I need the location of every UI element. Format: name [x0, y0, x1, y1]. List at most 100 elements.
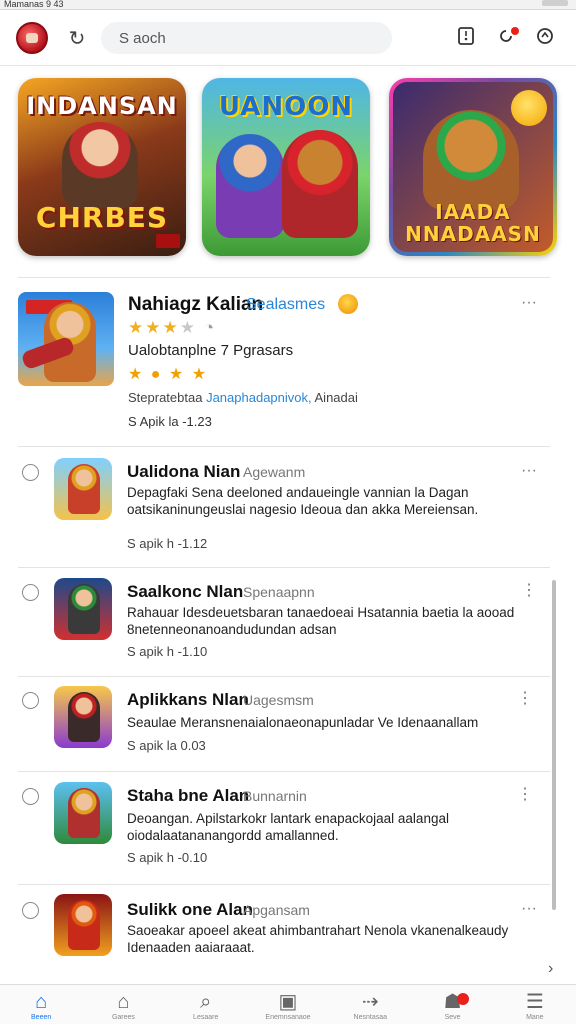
banner-title: INDANSAN — [26, 92, 178, 120]
rating-badge: ◔ — [203, 318, 216, 337]
nav-apps[interactable]: ▣ Enemnsanaoe — [247, 985, 329, 1024]
tag-suffix: Ainadai — [314, 390, 358, 405]
share-icon: ⇢ — [361, 991, 379, 1013]
status-bar: Mamanas 9 43 — [0, 0, 576, 10]
nav-menu[interactable]: ☰ Mane — [494, 985, 576, 1024]
nav-label: Lesaare — [193, 1014, 219, 1021]
nav-label: Garees — [111, 1014, 135, 1021]
banner-card[interactable]: INDANSAN CHRBES — [18, 78, 186, 256]
avatar[interactable] — [16, 22, 48, 54]
app-category: Agewanm — [243, 464, 306, 480]
select-radio[interactable] — [22, 464, 39, 481]
app-category: Uagesmsm — [243, 692, 314, 708]
nav-share[interactable]: ⇢ Nesntasaa — [329, 985, 411, 1024]
divider — [18, 277, 550, 278]
app-category: Bunnarnin — [243, 788, 307, 804]
app-thumbnail — [54, 782, 112, 844]
home-icon: ⌂ — [35, 991, 48, 1013]
app-meta: S Apik la -1.23 — [128, 414, 212, 429]
list-item[interactable]: Sulikk one Alan Apgansam Saoeakar apoeel… — [0, 888, 560, 980]
app-description: Depagfaki Sena deeloned andaueingle vann… — [127, 485, 479, 517]
nav-account[interactable]: ☗ Seve — [411, 985, 493, 1024]
search-input[interactable]: S aoch — [101, 22, 392, 54]
refresh-icon[interactable]: ↻ — [66, 28, 88, 50]
nav-label: Nesntasaa — [353, 1014, 387, 1021]
nav-label: Mane — [526, 1014, 544, 1021]
app-thumbnail — [18, 292, 114, 386]
app-description: Rahauar Idesdeuetsbaran tanaedoeai Hsata… — [127, 605, 515, 637]
menu-icon: ☰ — [525, 991, 544, 1013]
star-empty: ★ — [179, 318, 197, 337]
settings-icon[interactable] — [533, 26, 557, 50]
search-icon: ⌕ — [200, 991, 212, 1013]
banner-title: UANOON — [218, 92, 354, 122]
banner-artwork — [216, 134, 284, 238]
app-title: Staha bne Alan — [127, 786, 250, 805]
apps-icon: ▣ — [278, 991, 298, 1013]
games-icon: ⌂ — [117, 991, 130, 1013]
thumbnail-character — [68, 788, 100, 838]
select-radio[interactable] — [22, 902, 39, 919]
select-radio[interactable] — [22, 788, 39, 805]
app-description: Deoangan. Apilstarkokr lantark enapackoj… — [127, 811, 449, 843]
chevron-right-icon[interactable]: › — [548, 960, 553, 978]
nav-label: Seve — [444, 1014, 461, 1021]
nav-games[interactable]: ⌂ Garees — [82, 985, 164, 1024]
scrollbar[interactable] — [552, 580, 556, 910]
more-options-icon[interactable]: ⋮ — [516, 786, 534, 804]
search-placeholder: S aoch — [119, 29, 166, 47]
divider — [18, 567, 550, 568]
banner-card[interactable]: UANOON — [202, 78, 370, 256]
star-filled: ★★★ — [128, 318, 180, 337]
notification-badge — [456, 993, 469, 1005]
app-meta: S apik h -1.12 — [127, 536, 208, 551]
banner-artwork — [282, 130, 358, 238]
banner-artwork — [423, 110, 519, 210]
app-developer[interactable]: Sealasmes — [246, 296, 325, 314]
app-meta: S apik la 0.03 — [127, 738, 206, 753]
list-item[interactable]: Ualidona Nian Agewanm Depagfaki Sena dee… — [0, 452, 560, 566]
status-icons — [542, 0, 568, 6]
divider — [18, 884, 550, 885]
app-category: Spenaapnn — [243, 584, 315, 600]
app-title: Sulikk one Alan — [127, 900, 253, 919]
divider — [18, 771, 550, 772]
banner-subtitle: CHRBES — [35, 201, 169, 234]
top-app-bar: ↻ S aoch — [0, 10, 576, 66]
featured-app-card[interactable]: Nahiagz Kalian Sealasmes ★★★★ ◔ Ualobtan… — [0, 282, 560, 446]
download-icon[interactable] — [454, 26, 478, 50]
banner-tag — [156, 234, 180, 248]
app-thumbnail — [54, 894, 112, 956]
select-radio[interactable] — [22, 692, 39, 709]
more-options-icon[interactable]: ⋮ — [520, 582, 538, 600]
nav-home[interactable]: ⌂ Beeen — [0, 985, 82, 1024]
thumbnail-character — [68, 900, 100, 950]
app-description: Saoeakar apoeel akeat ahimbantrahart Nen… — [127, 923, 509, 955]
app-thumbnail — [54, 686, 112, 748]
list-item[interactable]: Aplikkans Nlan Uagesmsm Seaulae Meransne… — [0, 680, 560, 770]
more-options-icon[interactable]: ··· — [520, 462, 538, 480]
notification-badge — [511, 27, 519, 35]
select-radio[interactable] — [22, 584, 39, 601]
app-title: Aplikkans Nlan — [127, 690, 249, 709]
more-options-icon[interactable]: ··· — [520, 900, 538, 918]
featured-banners: INDANSAN CHRBES UANOON IAADA NNADAASN — [0, 76, 576, 262]
app-meta: S apik h -1.10 — [127, 644, 208, 659]
list-item[interactable]: Staha bne Alan Bunnarnin Deoangan. Apils… — [0, 776, 560, 884]
app-description: Ualobtanplne 7 Pgrasars — [128, 342, 294, 359]
status-time: Mamanas 9 43 — [4, 0, 64, 9]
emoji-chips: ★ ● ★ ★ — [128, 366, 209, 383]
tag-link[interactable]: Janaphadapnivok, — [206, 390, 312, 405]
divider — [18, 676, 550, 677]
notification-icon[interactable] — [494, 26, 519, 50]
thumbnail-character — [68, 464, 100, 514]
star-rating: ★★★★ ◔ — [128, 318, 216, 338]
app-thumbnail — [54, 578, 112, 640]
nav-search[interactable]: ⌕ Lesaare — [165, 985, 247, 1024]
banner-card[interactable]: IAADA NNADAASN — [389, 78, 557, 256]
more-options-icon[interactable]: ⋮ — [516, 690, 534, 708]
list-item[interactable]: Saalkonc Nlan Spenaapnn Rahauar Idesdeue… — [0, 572, 560, 676]
app-thumbnail — [54, 458, 112, 520]
nav-label: Enemnsanaoe — [265, 1014, 311, 1021]
more-options-icon[interactable]: ··· — [520, 294, 538, 312]
